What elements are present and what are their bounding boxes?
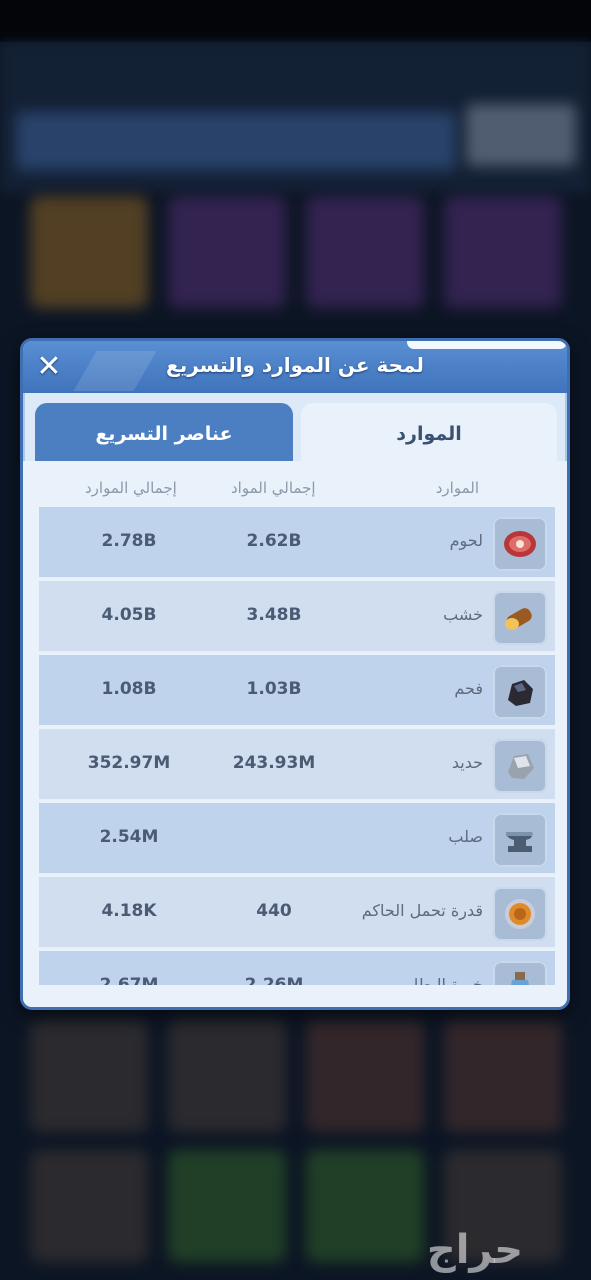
resource-name: خشب (443, 605, 483, 624)
tab-speedups[interactable]: عناصر التسريع (35, 403, 293, 463)
items-total-value: 243.93M (232, 753, 316, 773)
resources-total-value: 4.05B (101, 605, 157, 625)
resource-name: قدرة تحمل الحاكم (361, 901, 483, 920)
items-total-value: 1.03B (246, 679, 302, 699)
resource-name: صلب (448, 827, 483, 846)
resources-panel: الموارد إجمالي المواد إجمالي الموارد لحو… (23, 461, 567, 1007)
resources-total-value: 352.97M (87, 753, 171, 773)
resources-total-value: 4.18K (101, 901, 157, 921)
resources-overview-dialog: ✕ لمحة عن الموارد والتسريع عناصر التسريع… (20, 338, 570, 1010)
resource-name: خبرة البطل (406, 975, 483, 985)
column-header-items-total: إجمالي المواد (231, 479, 316, 497)
resources-list[interactable]: لحوم 2.62B 2.78B خشب 3.48B 4.05B فحم 1.0… (39, 507, 555, 985)
items-total-value: 3.48B (246, 605, 302, 625)
resources-total-value: 2.78B (101, 531, 157, 551)
table-row: قدرة تحمل الحاكم 440 4.18K (39, 877, 555, 949)
items-total-value: 2.62B (246, 531, 302, 551)
coal-icon (493, 665, 547, 719)
column-header-resources-total: إجمالي الموارد (85, 479, 177, 497)
resource-name: فحم (454, 679, 483, 698)
resources-total-value: 1.08B (101, 679, 157, 699)
stamina-can-icon (493, 887, 547, 941)
meat-icon (493, 517, 547, 571)
table-row: خشب 3.48B 4.05B (39, 581, 555, 653)
snow-decoration (407, 341, 567, 349)
table-row: لحوم 2.62B 2.78B (39, 507, 555, 579)
resources-total-value: 2.54M (99, 827, 159, 847)
dialog-header: ✕ لمحة عن الموارد والتسريع (23, 341, 567, 393)
haraj-watermark: حراج (426, 1227, 524, 1273)
iron-icon (493, 739, 547, 793)
exp-bottle-icon (493, 961, 547, 985)
wood-icon (493, 591, 547, 645)
dialog-title: لمحة عن الموارد والتسريع (166, 353, 424, 377)
table-row: صلب 2.54M (39, 803, 555, 875)
steel-anvil-icon (493, 813, 547, 867)
items-total-value: 2.26M (244, 975, 304, 985)
resource-name: لحوم (449, 531, 483, 550)
resource-name: حديد (451, 753, 483, 772)
resources-total-value: 2.67M (99, 975, 159, 985)
table-row: فحم 1.03B 1.08B (39, 655, 555, 727)
items-total-value: 440 (256, 901, 292, 921)
tab-resources[interactable]: الموارد (301, 403, 557, 463)
table-row: حديد 243.93M 352.97M (39, 729, 555, 801)
column-header-resources: الموارد (435, 479, 479, 497)
table-row: خبرة البطل 2.26M 2.67M (39, 951, 555, 985)
